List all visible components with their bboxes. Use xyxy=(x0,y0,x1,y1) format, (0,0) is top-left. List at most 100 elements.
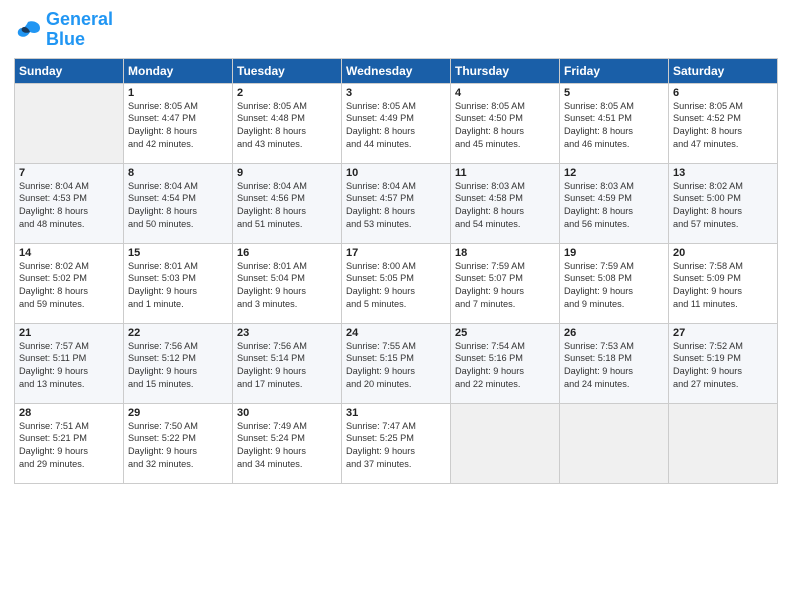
day-number: 3 xyxy=(346,87,446,99)
day-info: Sunrise: 8:02 AMSunset: 5:02 PMDaylight:… xyxy=(19,260,119,312)
day-info: Sunrise: 7:58 AMSunset: 5:09 PMDaylight:… xyxy=(673,260,773,312)
calendar-cell: 4Sunrise: 8:05 AMSunset: 4:50 PMDaylight… xyxy=(451,83,560,163)
day-info: Sunrise: 7:50 AMSunset: 5:22 PMDaylight:… xyxy=(128,420,228,472)
day-info: Sunrise: 8:02 AMSunset: 5:00 PMDaylight:… xyxy=(673,180,773,232)
day-info: Sunrise: 8:03 AMSunset: 4:58 PMDaylight:… xyxy=(455,180,555,232)
calendar-cell: 28Sunrise: 7:51 AMSunset: 5:21 PMDayligh… xyxy=(15,403,124,483)
day-number: 1 xyxy=(128,87,228,99)
calendar-cell: 16Sunrise: 8:01 AMSunset: 5:04 PMDayligh… xyxy=(233,243,342,323)
calendar-cell: 17Sunrise: 8:00 AMSunset: 5:05 PMDayligh… xyxy=(342,243,451,323)
day-number: 14 xyxy=(19,247,119,259)
day-info: Sunrise: 7:56 AMSunset: 5:12 PMDaylight:… xyxy=(128,340,228,392)
logo: General Blue xyxy=(14,10,113,50)
day-info: Sunrise: 8:00 AMSunset: 5:05 PMDaylight:… xyxy=(346,260,446,312)
calendar-header-row: SundayMondayTuesdayWednesdayThursdayFrid… xyxy=(15,58,778,83)
day-number: 26 xyxy=(564,327,664,339)
day-number: 22 xyxy=(128,327,228,339)
day-info: Sunrise: 7:47 AMSunset: 5:25 PMDaylight:… xyxy=(346,420,446,472)
calendar-cell: 25Sunrise: 7:54 AMSunset: 5:16 PMDayligh… xyxy=(451,323,560,403)
day-info: Sunrise: 8:04 AMSunset: 4:53 PMDaylight:… xyxy=(19,180,119,232)
calendar-body: 1Sunrise: 8:05 AMSunset: 4:47 PMDaylight… xyxy=(15,83,778,483)
day-info: Sunrise: 8:01 AMSunset: 5:04 PMDaylight:… xyxy=(237,260,337,312)
day-info: Sunrise: 8:05 AMSunset: 4:50 PMDaylight:… xyxy=(455,100,555,152)
day-info: Sunrise: 7:55 AMSunset: 5:15 PMDaylight:… xyxy=(346,340,446,392)
day-info: Sunrise: 8:05 AMSunset: 4:47 PMDaylight:… xyxy=(128,100,228,152)
calendar-week-row: 14Sunrise: 8:02 AMSunset: 5:02 PMDayligh… xyxy=(15,243,778,323)
day-number: 16 xyxy=(237,247,337,259)
day-info: Sunrise: 7:59 AMSunset: 5:07 PMDaylight:… xyxy=(455,260,555,312)
day-number: 9 xyxy=(237,167,337,179)
day-number: 2 xyxy=(237,87,337,99)
day-info: Sunrise: 8:04 AMSunset: 4:54 PMDaylight:… xyxy=(128,180,228,232)
day-info: Sunrise: 8:04 AMSunset: 4:56 PMDaylight:… xyxy=(237,180,337,232)
weekday-header: Wednesday xyxy=(342,58,451,83)
weekday-header: Friday xyxy=(560,58,669,83)
calendar-cell: 31Sunrise: 7:47 AMSunset: 5:25 PMDayligh… xyxy=(342,403,451,483)
calendar-cell: 9Sunrise: 8:04 AMSunset: 4:56 PMDaylight… xyxy=(233,163,342,243)
day-number: 12 xyxy=(564,167,664,179)
calendar-cell: 2Sunrise: 8:05 AMSunset: 4:48 PMDaylight… xyxy=(233,83,342,163)
calendar-cell: 7Sunrise: 8:04 AMSunset: 4:53 PMDaylight… xyxy=(15,163,124,243)
calendar-cell: 8Sunrise: 8:04 AMSunset: 4:54 PMDaylight… xyxy=(124,163,233,243)
weekday-header: Sunday xyxy=(15,58,124,83)
calendar-cell: 30Sunrise: 7:49 AMSunset: 5:24 PMDayligh… xyxy=(233,403,342,483)
calendar-week-row: 7Sunrise: 8:04 AMSunset: 4:53 PMDaylight… xyxy=(15,163,778,243)
calendar-cell xyxy=(560,403,669,483)
weekday-header: Tuesday xyxy=(233,58,342,83)
calendar-cell xyxy=(451,403,560,483)
logo-text: General Blue xyxy=(46,10,113,50)
calendar-table: SundayMondayTuesdayWednesdayThursdayFrid… xyxy=(14,58,778,484)
calendar-cell: 12Sunrise: 8:03 AMSunset: 4:59 PMDayligh… xyxy=(560,163,669,243)
calendar-cell: 10Sunrise: 8:04 AMSunset: 4:57 PMDayligh… xyxy=(342,163,451,243)
day-info: Sunrise: 7:49 AMSunset: 5:24 PMDaylight:… xyxy=(237,420,337,472)
day-number: 8 xyxy=(128,167,228,179)
calendar-cell: 11Sunrise: 8:03 AMSunset: 4:58 PMDayligh… xyxy=(451,163,560,243)
day-number: 28 xyxy=(19,407,119,419)
calendar-cell: 6Sunrise: 8:05 AMSunset: 4:52 PMDaylight… xyxy=(669,83,778,163)
calendar-cell: 26Sunrise: 7:53 AMSunset: 5:18 PMDayligh… xyxy=(560,323,669,403)
day-info: Sunrise: 8:03 AMSunset: 4:59 PMDaylight:… xyxy=(564,180,664,232)
calendar-cell xyxy=(15,83,124,163)
day-number: 29 xyxy=(128,407,228,419)
day-number: 6 xyxy=(673,87,773,99)
calendar-week-row: 21Sunrise: 7:57 AMSunset: 5:11 PMDayligh… xyxy=(15,323,778,403)
day-info: Sunrise: 7:53 AMSunset: 5:18 PMDaylight:… xyxy=(564,340,664,392)
calendar-cell: 1Sunrise: 8:05 AMSunset: 4:47 PMDaylight… xyxy=(124,83,233,163)
day-number: 25 xyxy=(455,327,555,339)
day-number: 15 xyxy=(128,247,228,259)
weekday-header: Thursday xyxy=(451,58,560,83)
day-number: 11 xyxy=(455,167,555,179)
header: General Blue xyxy=(14,10,778,50)
calendar-cell: 5Sunrise: 8:05 AMSunset: 4:51 PMDaylight… xyxy=(560,83,669,163)
logo-icon xyxy=(14,18,42,42)
calendar-cell xyxy=(669,403,778,483)
calendar-cell: 18Sunrise: 7:59 AMSunset: 5:07 PMDayligh… xyxy=(451,243,560,323)
calendar-cell: 21Sunrise: 7:57 AMSunset: 5:11 PMDayligh… xyxy=(15,323,124,403)
day-number: 13 xyxy=(673,167,773,179)
calendar-cell: 24Sunrise: 7:55 AMSunset: 5:15 PMDayligh… xyxy=(342,323,451,403)
day-number: 24 xyxy=(346,327,446,339)
day-number: 5 xyxy=(564,87,664,99)
day-info: Sunrise: 8:01 AMSunset: 5:03 PMDaylight:… xyxy=(128,260,228,312)
day-number: 23 xyxy=(237,327,337,339)
day-number: 20 xyxy=(673,247,773,259)
day-info: Sunrise: 7:59 AMSunset: 5:08 PMDaylight:… xyxy=(564,260,664,312)
calendar-cell: 20Sunrise: 7:58 AMSunset: 5:09 PMDayligh… xyxy=(669,243,778,323)
day-number: 10 xyxy=(346,167,446,179)
day-info: Sunrise: 8:05 AMSunset: 4:49 PMDaylight:… xyxy=(346,100,446,152)
calendar-cell: 22Sunrise: 7:56 AMSunset: 5:12 PMDayligh… xyxy=(124,323,233,403)
day-number: 21 xyxy=(19,327,119,339)
calendar-week-row: 1Sunrise: 8:05 AMSunset: 4:47 PMDaylight… xyxy=(15,83,778,163)
day-info: Sunrise: 8:05 AMSunset: 4:51 PMDaylight:… xyxy=(564,100,664,152)
calendar-cell: 23Sunrise: 7:56 AMSunset: 5:14 PMDayligh… xyxy=(233,323,342,403)
day-number: 27 xyxy=(673,327,773,339)
day-number: 30 xyxy=(237,407,337,419)
day-number: 31 xyxy=(346,407,446,419)
day-info: Sunrise: 7:52 AMSunset: 5:19 PMDaylight:… xyxy=(673,340,773,392)
day-info: Sunrise: 8:05 AMSunset: 4:52 PMDaylight:… xyxy=(673,100,773,152)
calendar-container: General Blue SundayMondayTuesdayWednesda… xyxy=(0,0,792,612)
day-info: Sunrise: 7:56 AMSunset: 5:14 PMDaylight:… xyxy=(237,340,337,392)
calendar-cell: 29Sunrise: 7:50 AMSunset: 5:22 PMDayligh… xyxy=(124,403,233,483)
weekday-header: Monday xyxy=(124,58,233,83)
day-info: Sunrise: 7:51 AMSunset: 5:21 PMDaylight:… xyxy=(19,420,119,472)
